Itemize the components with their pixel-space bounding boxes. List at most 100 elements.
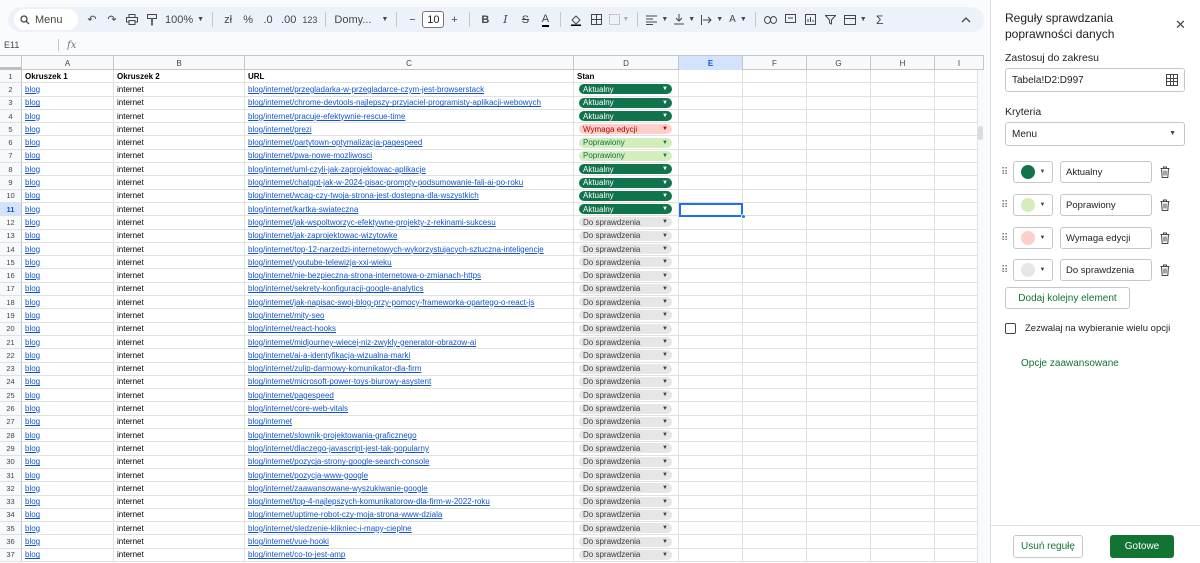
breadcrumb-2-cell[interactable]: internet xyxy=(114,349,245,362)
url-link[interactable]: blog/internet xyxy=(245,415,574,429)
empty-cell[interactable] xyxy=(871,349,935,362)
empty-cell[interactable] xyxy=(743,189,807,202)
status-dropdown-chip[interactable]: Do sprawdzenia ▼ xyxy=(579,217,672,228)
empty-cell[interactable] xyxy=(743,482,807,495)
url-link[interactable]: blog/internet/youtube-telewizja-xxi-wiek… xyxy=(245,256,574,269)
increase-decimal-button[interactable]: .00 xyxy=(278,9,299,30)
decrease-decimal-button[interactable]: .0 xyxy=(258,9,278,30)
breadcrumb-2-cell[interactable]: internet xyxy=(114,335,245,349)
url-link[interactable]: blog/internet/pracuje-efektywnie-rescue-… xyxy=(245,109,574,123)
breadcrumb-2-cell[interactable]: internet xyxy=(114,455,245,468)
empty-cell[interactable] xyxy=(679,442,743,455)
row-number[interactable]: 5 xyxy=(0,123,22,136)
url-link[interactable]: blog/internet/midjourney-wiecej-niz-zwyk… xyxy=(245,335,574,349)
breadcrumb-1-link[interactable]: blog xyxy=(22,256,114,269)
empty-cell[interactable] xyxy=(679,296,743,309)
breadcrumb-2-cell[interactable]: internet xyxy=(114,163,245,176)
breadcrumb-1-link[interactable]: blog xyxy=(22,508,114,522)
row-number[interactable]: 4 xyxy=(0,109,22,123)
column-header-i[interactable]: I xyxy=(935,56,984,70)
functions-icon[interactable]: Σ xyxy=(870,9,890,30)
empty-cell[interactable] xyxy=(807,349,871,362)
status-dropdown-chip[interactable]: Aktualny ▼ xyxy=(579,190,672,201)
empty-cell[interactable] xyxy=(679,269,743,282)
status-cell[interactable]: Do sprawdzenia ▼ xyxy=(574,535,679,548)
empty-cell[interactable] xyxy=(871,282,935,296)
empty-cell[interactable] xyxy=(743,70,807,83)
status-cell[interactable]: Do sprawdzenia ▼ xyxy=(574,508,679,522)
breadcrumb-1-link[interactable]: blog xyxy=(22,309,114,322)
row-number[interactable]: 17 xyxy=(0,282,22,296)
status-cell[interactable]: Do sprawdzenia ▼ xyxy=(574,309,679,322)
status-cell[interactable]: Do sprawdzenia ▼ xyxy=(574,256,679,269)
empty-cell[interactable] xyxy=(743,322,807,335)
empty-cell[interactable] xyxy=(679,548,743,561)
url-link[interactable]: blog/internet/co-to-jest-amp xyxy=(245,548,574,561)
drag-handle-icon[interactable]: ⠿ xyxy=(1001,265,1009,276)
add-item-button[interactable]: Dodaj kolejny element xyxy=(1005,287,1130,309)
status-dropdown-chip[interactable]: Do sprawdzenia ▼ xyxy=(579,297,672,308)
empty-cell[interactable] xyxy=(807,216,871,229)
row-number[interactable]: 35 xyxy=(0,522,22,535)
breadcrumb-1-link[interactable]: blog xyxy=(22,335,114,349)
empty-cell[interactable] xyxy=(743,256,807,269)
empty-cell[interactable] xyxy=(871,389,935,402)
empty-cell[interactable] xyxy=(679,415,743,429)
empty-cell[interactable] xyxy=(679,189,743,202)
empty-cell[interactable] xyxy=(743,455,807,468)
link-icon[interactable] xyxy=(761,9,781,30)
empty-cell[interactable] xyxy=(743,136,807,149)
empty-cell[interactable] xyxy=(807,136,871,149)
trash-icon[interactable] xyxy=(1160,199,1170,211)
empty-cell[interactable] xyxy=(743,402,807,415)
row-number[interactable]: 9 xyxy=(0,176,22,189)
breadcrumb-1-link[interactable]: blog xyxy=(22,176,114,189)
empty-cell[interactable] xyxy=(743,282,807,296)
text-rotation-icon[interactable]: A ▼ xyxy=(726,9,750,30)
status-cell[interactable]: Do sprawdzenia ▼ xyxy=(574,455,679,468)
empty-cell[interactable] xyxy=(679,495,743,508)
horizontal-align-icon[interactable]: ▼ xyxy=(643,9,671,30)
empty-cell[interactable] xyxy=(679,522,743,535)
status-cell[interactable]: Aktualny ▼ xyxy=(574,189,679,202)
menu-search[interactable]: Menu xyxy=(14,9,78,30)
status-cell[interactable]: Do sprawdzenia ▼ xyxy=(574,402,679,415)
status-cell[interactable]: Wymaga edycji ▼ xyxy=(574,123,679,136)
option-value-input[interactable]: Wymaga edycji xyxy=(1060,227,1152,249)
empty-cell[interactable] xyxy=(807,468,871,482)
formula-input[interactable] xyxy=(76,38,984,52)
row-number[interactable]: 37 xyxy=(0,548,22,561)
url-link[interactable]: blog/internet/ai-a-identyfikacja-wizualn… xyxy=(245,349,574,362)
empty-cell[interactable] xyxy=(807,109,871,123)
breadcrumb-2-cell[interactable]: internet xyxy=(114,522,245,535)
empty-cell[interactable] xyxy=(743,468,807,482)
status-dropdown-chip[interactable]: Do sprawdzenia ▼ xyxy=(579,244,672,254)
row-number[interactable]: 6 xyxy=(0,136,22,149)
breadcrumb-1-link[interactable]: blog xyxy=(22,229,114,242)
vertical-align-icon[interactable]: ▼ xyxy=(671,9,698,30)
empty-cell[interactable] xyxy=(807,482,871,495)
url-link[interactable]: blog/internet/prezi xyxy=(245,123,574,136)
row-number[interactable]: 3 xyxy=(0,96,22,109)
breadcrumb-1-link[interactable]: blog xyxy=(22,202,114,216)
url-link[interactable]: blog/internet/pwa-nowe-mozliwosci xyxy=(245,149,574,163)
breadcrumb-2-cell[interactable]: internet xyxy=(114,109,245,123)
drag-handle-icon[interactable]: ⠿ xyxy=(1001,233,1009,244)
multi-select-checkbox[interactable] xyxy=(1005,323,1016,334)
empty-cell[interactable] xyxy=(679,70,743,83)
empty-cell[interactable] xyxy=(743,202,807,216)
empty-cell[interactable] xyxy=(871,83,935,96)
status-cell[interactable]: Do sprawdzenia ▼ xyxy=(574,495,679,508)
empty-cell[interactable] xyxy=(679,136,743,149)
empty-cell[interactable] xyxy=(679,149,743,163)
status-dropdown-chip[interactable]: Poprawiony ▼ xyxy=(579,137,672,148)
status-cell[interactable]: Do sprawdzenia ▼ xyxy=(574,522,679,535)
breadcrumb-2-cell[interactable]: internet xyxy=(114,256,245,269)
status-dropdown-chip[interactable]: Do sprawdzenia ▼ xyxy=(579,257,672,268)
empty-cell[interactable] xyxy=(679,482,743,495)
url-link[interactable]: blog/internet/pozycja-strony-google-sear… xyxy=(245,455,574,468)
breadcrumb-2-cell[interactable]: internet xyxy=(114,402,245,415)
empty-cell[interactable] xyxy=(743,442,807,455)
column-header-e[interactable]: E xyxy=(679,56,743,70)
empty-cell[interactable] xyxy=(807,176,871,189)
